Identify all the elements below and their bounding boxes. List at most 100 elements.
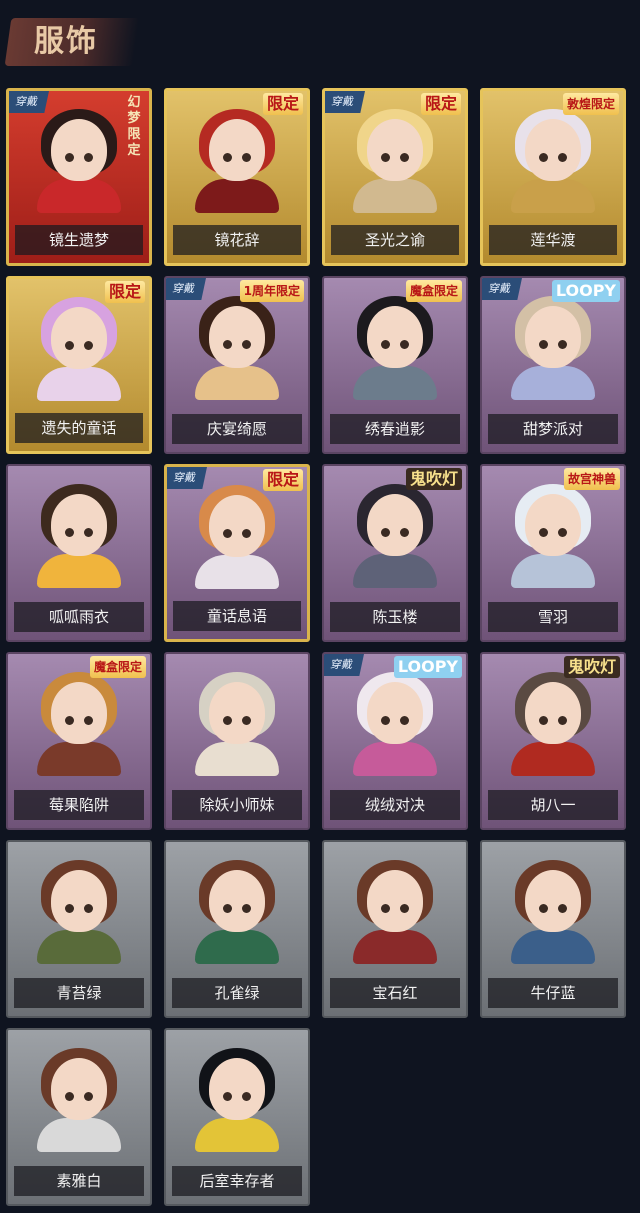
page-title: 服饰 — [34, 24, 98, 59]
portrait-outfit — [195, 366, 279, 400]
limited-badge: 幻梦限定 — [127, 95, 141, 158]
portrait-eye — [242, 529, 251, 538]
portrait-eye — [223, 716, 232, 725]
costume-name: 圣光之谕 — [331, 225, 459, 255]
portrait-eye — [539, 716, 548, 725]
portrait-eye — [539, 904, 548, 913]
character-portrait — [36, 109, 122, 213]
costume-card[interactable]: 鬼吹灯 陈玉楼 — [322, 464, 468, 642]
limited-badge: 鬼吹灯 — [405, 468, 462, 490]
portrait-eye — [381, 904, 390, 913]
costume-card[interactable]: 素雅白 — [6, 1028, 152, 1206]
limited-badge: 限定 — [262, 93, 303, 115]
portrait-eye — [381, 716, 390, 725]
portrait-face — [525, 306, 581, 368]
portrait-outfit — [195, 555, 279, 589]
character-portrait — [36, 672, 122, 776]
character-portrait — [352, 484, 438, 588]
portrait-eye — [65, 904, 74, 913]
portrait-face — [51, 119, 107, 181]
portrait-eye — [242, 1092, 251, 1101]
costume-name: 莓果陷阱 — [14, 790, 144, 820]
costume-grid: 穿戴 幻梦限定 镜生遗梦 限定 镜花辞 穿戴 限定 圣光之谕 敦煌限定 莲华渡 限定 遗失的童话 穿戴 1… — [6, 88, 636, 1208]
portrait-outfit — [195, 1118, 279, 1152]
portrait-face — [209, 1058, 265, 1120]
equipped-tag: 穿戴 — [324, 654, 364, 676]
equipped-tag: 穿戴 — [482, 278, 522, 300]
costume-card[interactable]: 穿戴 幻梦限定 镜生遗梦 — [6, 88, 152, 266]
costume-card[interactable]: 敦煌限定 莲华渡 — [480, 88, 626, 266]
limited-badge: 魔盒限定 — [405, 280, 462, 302]
costume-card[interactable]: 限定 镜花辞 — [164, 88, 310, 266]
portrait-outfit — [37, 367, 121, 401]
costume-card[interactable]: 魔盒限定绣春逍影 — [322, 276, 468, 454]
portrait-eye — [223, 904, 232, 913]
costume-name: 青苔绿 — [14, 978, 144, 1008]
costume-card[interactable]: 限定 遗失的童话 — [6, 276, 152, 454]
portrait-outfit — [37, 742, 121, 776]
portrait-eye — [84, 716, 93, 725]
character-portrait — [510, 860, 596, 964]
portrait-outfit — [353, 930, 437, 964]
costume-name: 雪羽 — [488, 602, 618, 632]
portrait-eye — [242, 904, 251, 913]
portrait-eye — [558, 528, 567, 537]
character-portrait — [194, 672, 280, 776]
character-portrait — [194, 1048, 280, 1152]
portrait-outfit — [511, 742, 595, 776]
portrait-eye — [381, 153, 390, 162]
character-portrait — [36, 484, 122, 588]
costume-card[interactable]: 故宫神兽雪羽 — [480, 464, 626, 642]
limited-badge: 故宫神兽 — [563, 468, 620, 490]
portrait-eye — [539, 340, 548, 349]
costume-name: 呱呱雨衣 — [14, 602, 144, 632]
portrait-outfit — [195, 930, 279, 964]
portrait-eye — [381, 340, 390, 349]
costume-card[interactable]: 穿戴 LOOPY 绒绒对决 — [322, 652, 468, 830]
portrait-outfit — [195, 742, 279, 776]
costume-name: 童话息语 — [173, 601, 301, 631]
limited-badge: LOOPY — [551, 280, 620, 302]
portrait-eye — [400, 528, 409, 537]
character-portrait — [194, 485, 280, 589]
portrait-eye — [223, 340, 232, 349]
costume-name: 牛仔蓝 — [488, 978, 618, 1008]
costume-name: 甜梦派对 — [488, 414, 618, 444]
portrait-face — [209, 870, 265, 932]
costume-card[interactable]: 穿戴 1周年限定 庆宴绮愿 — [164, 276, 310, 454]
portrait-face — [51, 494, 107, 556]
character-portrait — [352, 672, 438, 776]
costume-name: 莲华渡 — [489, 225, 617, 255]
character-portrait — [36, 860, 122, 964]
costume-card[interactable]: 牛仔蓝 — [480, 840, 626, 1018]
costume-card[interactable]: 鬼吹灯 胡八一 — [480, 652, 626, 830]
portrait-face — [209, 119, 265, 181]
limited-badge: 限定 — [104, 281, 145, 303]
portrait-outfit — [511, 366, 595, 400]
costume-name: 庆宴绮愿 — [172, 414, 302, 444]
portrait-eye — [400, 340, 409, 349]
costume-card[interactable]: 后室幸存者 — [164, 1028, 310, 1206]
portrait-outfit — [511, 930, 595, 964]
portrait-face — [51, 682, 107, 744]
character-portrait — [194, 860, 280, 964]
portrait-eye — [223, 1092, 232, 1101]
costume-card[interactable]: 呱呱雨衣 — [6, 464, 152, 642]
costume-card[interactable]: 魔盒限定 莓果陷阱 — [6, 652, 152, 830]
costume-name: 绣春逍影 — [330, 414, 460, 444]
equipped-tag: 穿戴 — [166, 278, 206, 300]
costume-card[interactable]: 青苔绿 — [6, 840, 152, 1018]
portrait-eye — [65, 1092, 74, 1101]
portrait-face — [525, 119, 581, 181]
costume-card[interactable]: 穿戴 限定 圣光之谕 — [322, 88, 468, 266]
costume-card[interactable]: 宝石红 — [322, 840, 468, 1018]
costume-card[interactable]: 穿戴 LOOPY 甜梦派对 — [480, 276, 626, 454]
costume-card[interactable]: 除妖小师妹 — [164, 652, 310, 830]
costume-card[interactable]: 穿戴 限定 童话息语 — [164, 464, 310, 642]
costume-name: 胡八一 — [488, 790, 618, 820]
costume-name: 孔雀绿 — [172, 978, 302, 1008]
limited-badge: 限定 — [262, 469, 303, 491]
portrait-face — [209, 495, 265, 557]
costume-card[interactable]: 孔雀绿 — [164, 840, 310, 1018]
portrait-outfit — [37, 554, 121, 588]
